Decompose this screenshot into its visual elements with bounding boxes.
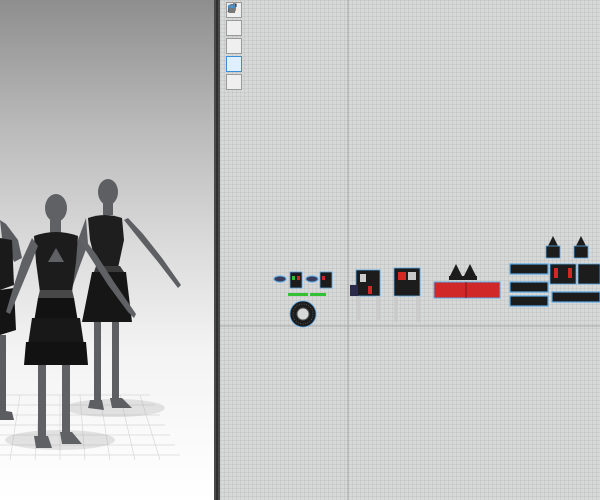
pattern-group-3[interactable] bbox=[393, 267, 421, 322]
pattern-group-5[interactable] bbox=[509, 236, 600, 307]
avatar-shadows bbox=[5, 399, 165, 450]
lock-tool[interactable] bbox=[226, 4, 242, 90]
pattern-group-4[interactable] bbox=[433, 264, 501, 299]
pattern-group-2[interactable] bbox=[350, 269, 381, 320]
3d-viewport[interactable] bbox=[0, 0, 214, 500]
edit-point-tool[interactable] bbox=[226, 4, 242, 54]
edit-texture-tool[interactable] bbox=[226, 4, 242, 72]
3d-scene bbox=[0, 179, 181, 461]
2d-toolbar bbox=[226, 2, 242, 90]
avatar-right[interactable] bbox=[66, 179, 181, 410]
transform-pattern-tool[interactable] bbox=[226, 3, 242, 36]
pattern-group-1[interactable] bbox=[273, 271, 333, 328]
avatar-left-partial[interactable] bbox=[0, 220, 22, 420]
2d-pattern-window[interactable] bbox=[220, 0, 600, 500]
2d-pattern-canvas bbox=[220, 0, 600, 500]
lock-icon bbox=[229, 4, 235, 13]
